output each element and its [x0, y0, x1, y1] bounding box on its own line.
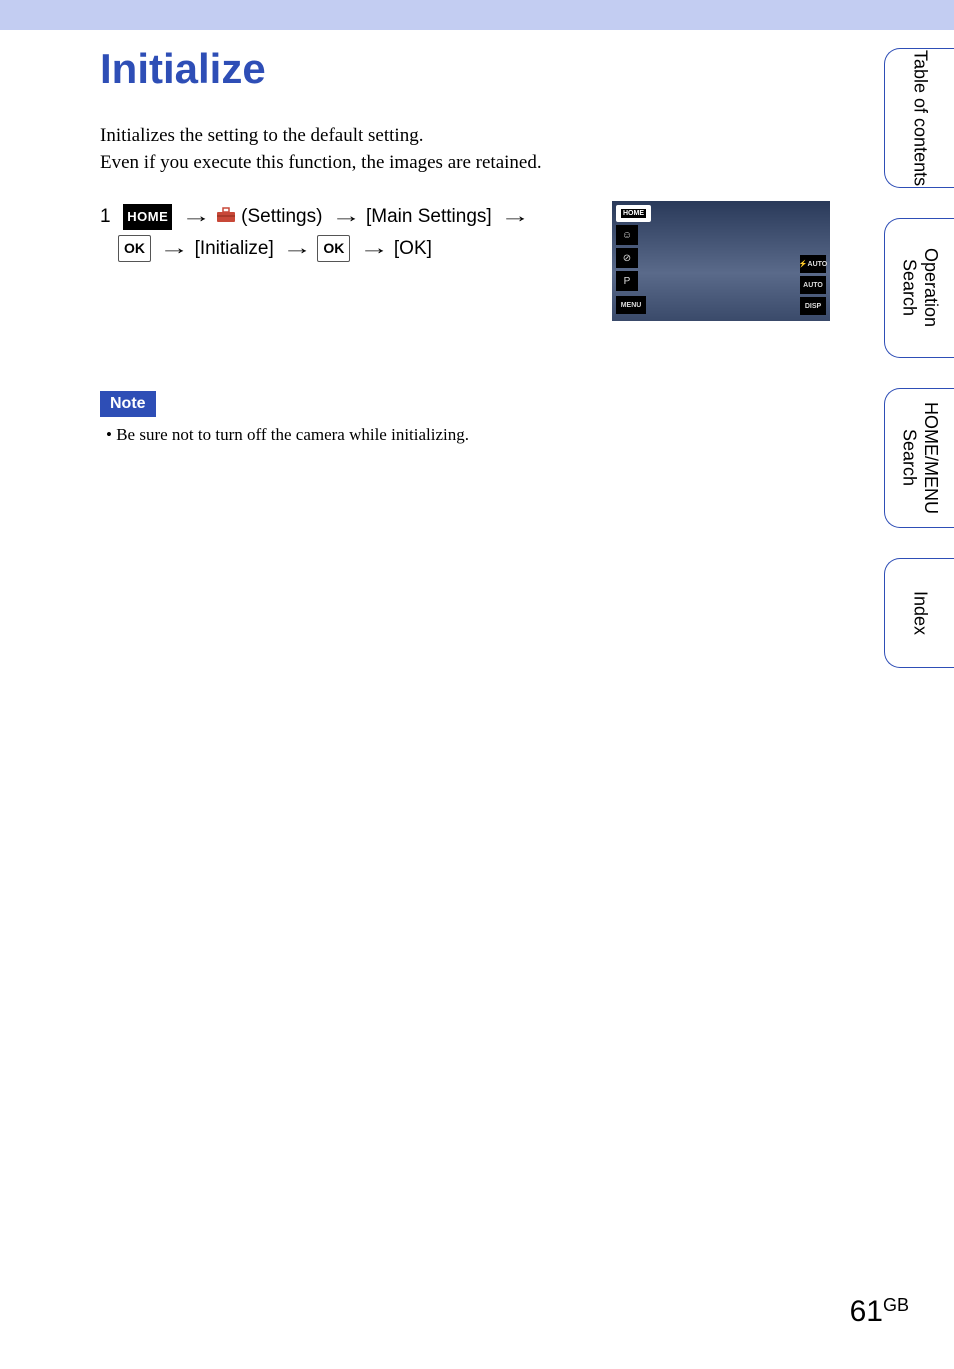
- screenshot-pauto-icon: P: [616, 271, 638, 291]
- arrow-icon: →: [180, 201, 207, 232]
- screenshot-home-label: HOME: [621, 209, 646, 218]
- screenshot-right-column: ⚡AUTO AUTO DISP: [800, 255, 826, 315]
- arrow-icon: →: [282, 233, 309, 264]
- note-bullet-text: • Be sure not to turn off the camera whi…: [100, 425, 830, 445]
- step-row: 1 HOME → (Settings) → [Main Settings] → …: [100, 201, 830, 321]
- tab-table-of-contents[interactable]: Table of contents: [884, 48, 954, 188]
- camera-screenshot: HOME ☺ ⊘ P MENU ⚡AUTO AUTO DISP: [612, 201, 830, 321]
- tab-label: Operation Search: [898, 219, 941, 357]
- main-settings-label: [Main Settings]: [366, 206, 492, 227]
- screenshot-left-column: HOME ☺ ⊘ P MENU: [616, 205, 651, 314]
- home-icon: HOME: [123, 204, 172, 229]
- screenshot-macro-icon: AUTO: [800, 276, 826, 294]
- screenshot-home-button: HOME: [616, 205, 651, 222]
- intro-paragraph: Initializes the setting to the default s…: [100, 123, 830, 176]
- tab-label: HOME/MENU Search: [898, 389, 941, 527]
- page-number-suffix: GB: [883, 1295, 909, 1315]
- arrow-icon: →: [500, 201, 527, 232]
- arrow-icon: →: [331, 201, 358, 232]
- screenshot-smiley-icon: ☺: [616, 225, 638, 245]
- ok-final-label: [OK]: [394, 238, 432, 259]
- initialize-label: [Initialize]: [195, 238, 274, 259]
- settings-toolbox-icon: [216, 202, 236, 233]
- arrow-icon: →: [359, 233, 386, 264]
- step-number: 1: [100, 201, 118, 232]
- page-number-value: 61: [850, 1295, 883, 1328]
- top-blue-bar: [0, 0, 954, 30]
- intro-line-1: Initializes the setting to the default s…: [100, 125, 423, 146]
- step-instruction: 1 HOME → (Settings) → [Main Settings] → …: [100, 201, 592, 264]
- ok-icon: OK: [317, 235, 350, 262]
- note-section: Note • Be sure not to turn off the camer…: [100, 391, 830, 445]
- tab-label: Index: [909, 591, 931, 635]
- arrow-icon: →: [159, 233, 186, 264]
- tab-home-menu-search[interactable]: HOME/MENU Search: [884, 388, 954, 528]
- note-heading: Note: [100, 391, 156, 417]
- tab-operation-search[interactable]: Operation Search: [884, 218, 954, 358]
- screenshot-disp-label: DISP: [800, 297, 826, 315]
- screenshot-off-icon: ⊘: [616, 248, 638, 268]
- settings-label: (Settings): [241, 206, 322, 227]
- main-content: Initialize Initializes the setting to th…: [0, 30, 830, 445]
- intro-line-2: Even if you execute this function, the i…: [100, 152, 542, 173]
- page-number: 61GB: [850, 1295, 909, 1329]
- tab-index[interactable]: Index: [884, 558, 954, 668]
- screenshot-menu-label: MENU: [616, 296, 646, 314]
- screenshot-flash-icon: ⚡AUTO: [800, 255, 826, 273]
- page-title: Initialize: [100, 45, 830, 93]
- ok-icon: OK: [118, 235, 151, 262]
- tab-label: Table of contents: [909, 50, 931, 186]
- side-navigation-tabs: Table of contents Operation Search HOME/…: [884, 48, 954, 668]
